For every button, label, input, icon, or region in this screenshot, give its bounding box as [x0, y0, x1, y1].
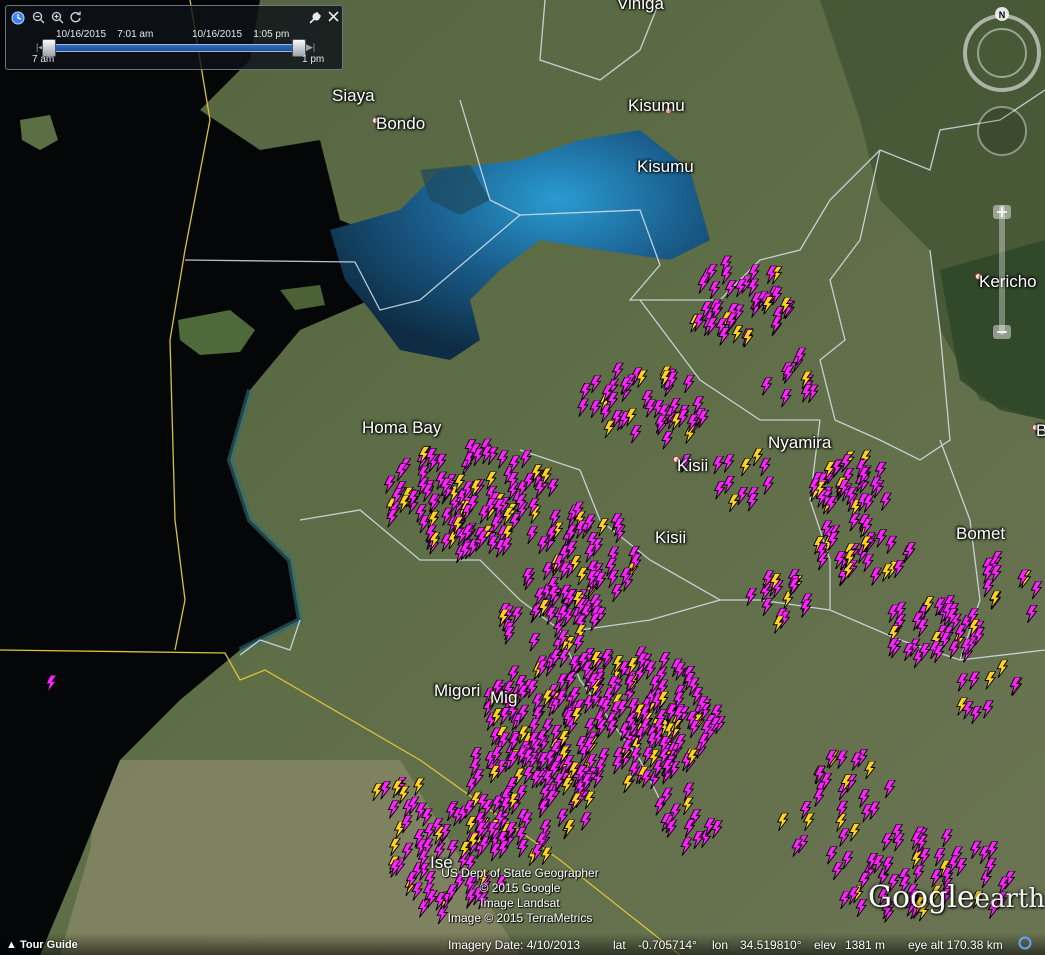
- elev-label: elev: [814, 938, 837, 952]
- end-date: 10/16/2015: [192, 29, 243, 40]
- tour-guide-icon: ▲: [6, 939, 20, 951]
- eye-altitude: eye alt 170.38 km: [908, 938, 1003, 952]
- start-datetime: 10/16/2015 7:01 am: [56, 29, 153, 40]
- time-slider-panel: 10/16/2015 7:01 am 10/16/2015 1:05 pm |◀…: [5, 5, 343, 70]
- place-label-edge: B: [1036, 421, 1045, 440]
- attribution-line: US Dept of State Geographer: [441, 866, 599, 880]
- place-label-siaya: Siaya: [332, 86, 375, 105]
- navigation-controls: N: [955, 0, 1045, 360]
- start-date: 10/16/2015: [56, 29, 107, 40]
- elev-value: 1381 m: [845, 938, 886, 952]
- close-icon[interactable]: [328, 11, 339, 25]
- zoom-slider-icon[interactable]: [993, 205, 1011, 339]
- lat-value: -0.705714°: [638, 938, 697, 952]
- status-bar: Imagery Date: 4/10/2013 lat -0.705714° l…: [0, 933, 1045, 955]
- clock-icon[interactable]: [11, 11, 25, 28]
- attribution-line: Image Landsat: [480, 896, 560, 910]
- wrench-icon[interactable]: [308, 11, 322, 28]
- map-attribution: US Dept of State Geographer © 2015 Googl…: [420, 866, 620, 926]
- place-label-migori-partial: Mig: [490, 688, 518, 707]
- google-earth-logo: Googleearth: [868, 880, 1045, 915]
- start-time: 7:01 am: [117, 29, 154, 40]
- end-time: 1:05 pm: [253, 29, 290, 40]
- tour-guide-label: Tour Guide: [19, 939, 78, 951]
- place-label-kisii-county: Kisii: [655, 528, 687, 547]
- time-slider-track[interactable]: [50, 44, 304, 52]
- place-label-vihiga: Vihiga: [617, 0, 664, 13]
- tour-guide-button[interactable]: ▲ Tour Guide: [6, 939, 78, 951]
- place-label-kisumu-county: Kisumu: [637, 157, 694, 176]
- lon-value: 34.519810°: [740, 938, 802, 952]
- end-datetime: 10/16/2015 1:05 pm: [192, 29, 289, 40]
- attribution-line: © 2015 Google: [479, 881, 561, 895]
- lat-label: lat: [613, 938, 626, 952]
- move-joystick-icon[interactable]: [977, 106, 1027, 156]
- lon-label: lon: [712, 938, 729, 952]
- range-start-label: 7 am: [32, 54, 55, 65]
- place-label-bondo: Bondo: [376, 114, 426, 133]
- place-label-bomet: Bomet: [956, 524, 1006, 543]
- zoom-in-icon[interactable]: [51, 11, 64, 27]
- place-label-nyamira: Nyamira: [768, 433, 832, 452]
- slider-right-arrow-icon[interactable]: ▶|: [306, 42, 315, 53]
- zoom-out-icon[interactable]: [32, 11, 45, 27]
- place-label-kisii-town: Kisii: [677, 456, 709, 475]
- map-view[interactable]: [0, 0, 1045, 955]
- logo-google: Google: [868, 880, 975, 915]
- range-end-label: 1 pm: [302, 54, 325, 65]
- place-label-kisumu-city: Kisumu: [628, 96, 685, 115]
- globe-icon[interactable]: [1018, 936, 1032, 953]
- logo-earth: earth: [974, 884, 1045, 914]
- imagery-date: Imagery Date: 4/10/2013: [448, 938, 581, 952]
- place-label-migori: Migori: [434, 681, 481, 700]
- place-label-homa-bay: Homa Bay: [362, 418, 442, 437]
- north-label: N: [999, 10, 1006, 20]
- refresh-icon[interactable]: [69, 11, 82, 27]
- attribution-line: Image © 2015 TerraMetrics: [447, 911, 593, 925]
